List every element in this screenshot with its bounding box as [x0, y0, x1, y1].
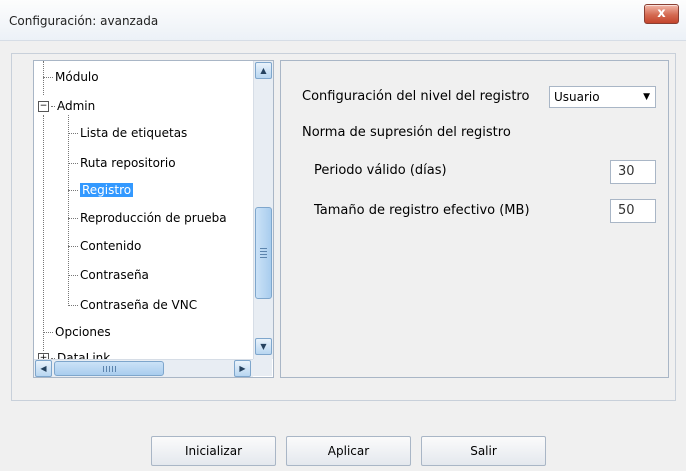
close-button[interactable]: x — [644, 4, 679, 24]
window-title: Configuración: avanzada — [9, 14, 159, 28]
scroll-down-button[interactable]: ▼ — [255, 338, 272, 355]
tree-connector — [43, 332, 53, 333]
collapse-icon[interactable]: − — [38, 101, 49, 112]
tree-item-label: Contraseña de VNC — [80, 298, 198, 312]
grip-line — [103, 366, 104, 372]
initialize-button[interactable]: Inicializar — [151, 436, 276, 466]
close-icon: x — [657, 6, 666, 21]
log-level-label: Configuración del nivel del registro — [302, 89, 530, 104]
valid-period-input[interactable]: 30 — [610, 160, 656, 184]
tree-item-label: Lista de etiquetas — [80, 126, 188, 140]
tree-connector — [51, 106, 55, 107]
grip-line — [260, 257, 267, 258]
tree-item-contenido[interactable]: Contenido — [68, 237, 141, 255]
scroll-up-button[interactable]: ▲ — [255, 62, 272, 79]
vertical-scroll-thumb[interactable] — [255, 207, 272, 299]
tree-connector — [68, 133, 78, 134]
tree-connector — [43, 77, 53, 78]
tree-connector — [68, 190, 78, 191]
tree-connector — [68, 246, 78, 247]
horizontal-scroll-thumb[interactable] — [54, 361, 164, 376]
scroll-left-button[interactable]: ◀ — [35, 360, 52, 377]
tree-item-contrasena-de-vnc[interactable]: Contraseña de VNC — [68, 296, 197, 314]
tree-item-label: Admin — [57, 99, 96, 113]
tree-item-label: Contraseña — [80, 268, 149, 282]
exit-button[interactable]: Salir — [421, 436, 546, 466]
grip-line — [109, 366, 110, 372]
chevron-right-icon: ▶ — [239, 364, 246, 373]
settings-tree[interactable]: Módulo − Admin Lista de etiquetas Ruta re… — [33, 60, 274, 378]
tree-item-lista-de-etiquetas[interactable]: Lista de etiquetas — [68, 124, 187, 142]
caret-down-icon: ▼ — [643, 92, 650, 102]
tree-connector — [68, 305, 78, 306]
grip-line — [260, 251, 267, 252]
log-level-value: Usuario — [554, 90, 600, 104]
suppression-rule-title: Norma de supresión del registro — [302, 125, 511, 140]
tree-item-registro[interactable]: Registro — [68, 181, 134, 199]
tree-item-label: Registro — [80, 183, 134, 197]
tree-connector-line — [43, 115, 44, 351]
tree-item-ruta-repositorio[interactable]: Ruta repositorio — [68, 154, 176, 172]
tree-item-label: Opciones — [55, 325, 111, 339]
grip-line — [260, 248, 267, 249]
vertical-scrollbar[interactable]: ▲ ▼ — [253, 61, 273, 359]
log-level-select[interactable]: Usuario ▼ — [549, 86, 656, 108]
tree-item-datalink[interactable]: + DataLink — [38, 349, 110, 359]
grip-line — [112, 366, 113, 372]
chevron-left-icon: ◀ — [40, 364, 47, 373]
apply-button[interactable]: Aplicar — [286, 436, 411, 466]
tree-item-label: Contenido — [80, 239, 142, 253]
tree-item-contrasena[interactable]: Contraseña — [68, 266, 149, 284]
effective-size-label: Tamaño de registro efectivo (MB) — [314, 203, 530, 218]
grip-line — [260, 254, 267, 255]
tree-items: Módulo − Admin Lista de etiquetas Ruta re… — [34, 61, 254, 359]
tree-connector — [68, 218, 78, 219]
config-window: Configuración: avanzada x Módulo − Admin … — [0, 0, 686, 471]
tree-item-label: Ruta repositorio — [80, 156, 176, 170]
title-bar: Configuración: avanzada x — [0, 0, 686, 41]
valid-period-label: Periodo válido (días) — [314, 163, 447, 178]
chevron-up-icon: ▲ — [260, 66, 267, 75]
tree-item-label: Reproducción de prueba — [80, 211, 227, 225]
tree-item-modulo[interactable]: Módulo — [43, 68, 99, 86]
tree-item-reproduccion-de-prueba[interactable]: Reproducción de prueba — [68, 209, 227, 227]
grip-line — [115, 366, 116, 372]
tree-connector — [68, 275, 78, 276]
horizontal-scrollbar[interactable]: ◀ ▶ — [34, 359, 253, 377]
scroll-right-button[interactable]: ▶ — [234, 360, 251, 377]
scrollbar-corner — [253, 359, 272, 376]
tree-item-opciones[interactable]: Opciones — [43, 323, 111, 341]
tree-item-label: Módulo — [55, 70, 99, 84]
grip-line — [106, 366, 107, 372]
tree-connector — [68, 163, 78, 164]
tree-item-label: DataLink — [57, 351, 111, 359]
chevron-down-icon: ▼ — [260, 342, 267, 351]
tree-item-admin[interactable]: − Admin — [38, 97, 95, 115]
effective-size-input[interactable]: 50 — [610, 199, 656, 223]
